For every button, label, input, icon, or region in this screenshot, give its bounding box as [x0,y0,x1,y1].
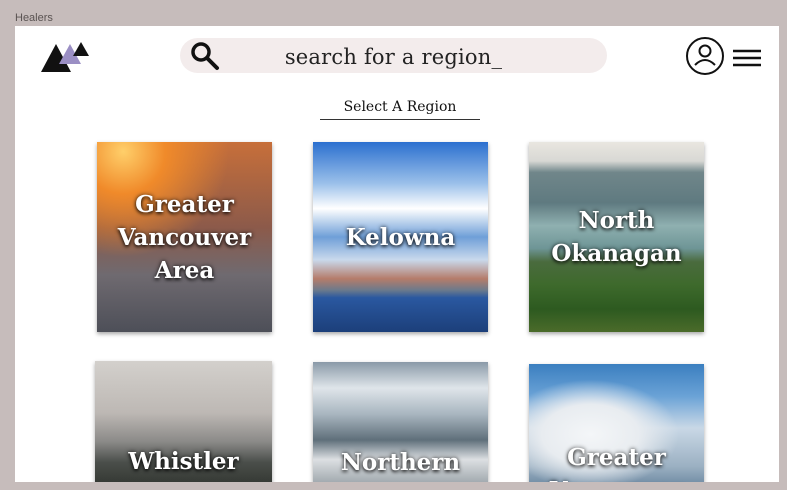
region-card-label: Whistler [128,447,239,475]
region-card-greater-vancouver-area[interactable]: Greater Vancouver Area [97,142,272,332]
logo-mountains-icon[interactable] [41,40,91,74]
region-card-label: Greater Vancouver [550,444,684,482]
region-card-northern[interactable]: Northern [313,362,488,482]
section-underline [320,119,480,120]
region-card-north-okanagan[interactable]: North Okanagan [529,142,704,332]
region-card-whistler[interactable]: Whistler [95,361,272,482]
region-card-kelowna[interactable]: Kelowna [313,142,488,332]
section-title: Select A Region [343,99,457,115]
region-card-label: Kelowna [345,223,456,251]
region-card-label: Greater Vancouver Area [117,190,252,284]
region-card-label: North Okanagan [551,207,682,267]
search-bar[interactable]: search for a region_ [180,38,607,73]
app-page: search for a region_ Select A Region Gre… [15,26,779,482]
region-card-greater-vancouver[interactable]: Greater Vancouver [529,364,704,482]
frame-label: Healers [15,12,53,24]
search-input[interactable]: search for a region_ [180,45,607,69]
region-card-label: Northern [340,448,461,476]
hamburger-menu-icon[interactable] [733,48,761,68]
user-avatar-icon[interactable] [685,36,725,76]
